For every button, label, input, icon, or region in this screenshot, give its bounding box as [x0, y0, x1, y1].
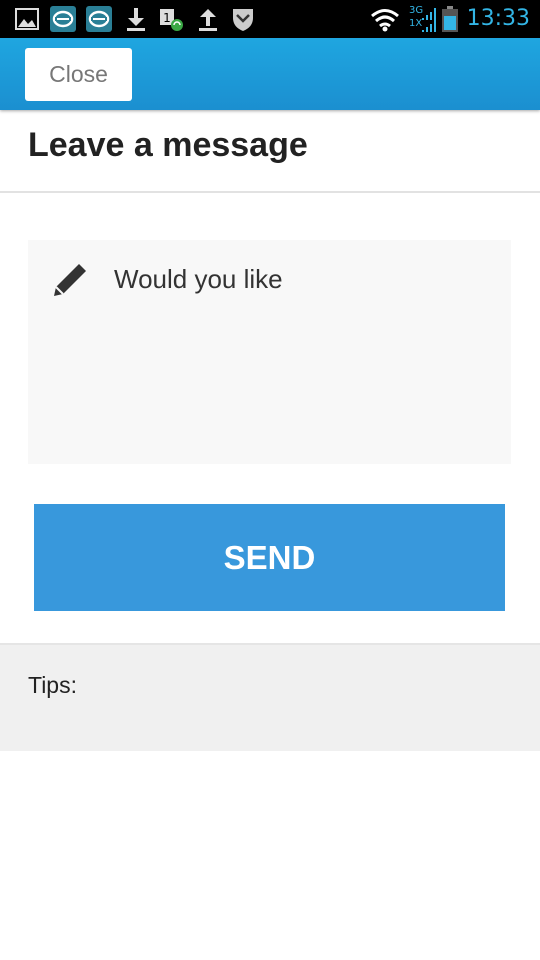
download-icon	[127, 8, 145, 31]
status-bar: 1 3G 1X 13:33	[0, 0, 540, 38]
signal-icon	[422, 8, 436, 32]
app-badge-icon	[50, 6, 76, 32]
battery-icon	[442, 6, 458, 32]
upload-icon	[199, 9, 217, 31]
wifi-icon	[371, 9, 399, 32]
message-box[interactable]	[28, 240, 511, 464]
pencil-icon	[54, 261, 89, 296]
title-divider	[0, 191, 540, 193]
tips-label: Tips:	[28, 672, 77, 698]
clock: 13:33	[466, 6, 530, 31]
send-button[interactable]: SEND	[34, 504, 505, 611]
sync-icon: 1	[160, 9, 183, 31]
shield-icon	[233, 9, 253, 31]
svg-text:1: 1	[163, 11, 171, 25]
close-button[interactable]: Close	[25, 48, 132, 101]
tips-area: Tips:	[0, 645, 540, 751]
app-bar: Close	[0, 38, 540, 110]
network-sub-label: 1X	[409, 18, 423, 29]
app-badge-icon	[86, 6, 112, 32]
message-input[interactable]	[114, 260, 494, 450]
image-icon	[15, 8, 39, 30]
page-title: Leave a message	[28, 126, 308, 164]
network-label: 3G	[409, 5, 424, 16]
